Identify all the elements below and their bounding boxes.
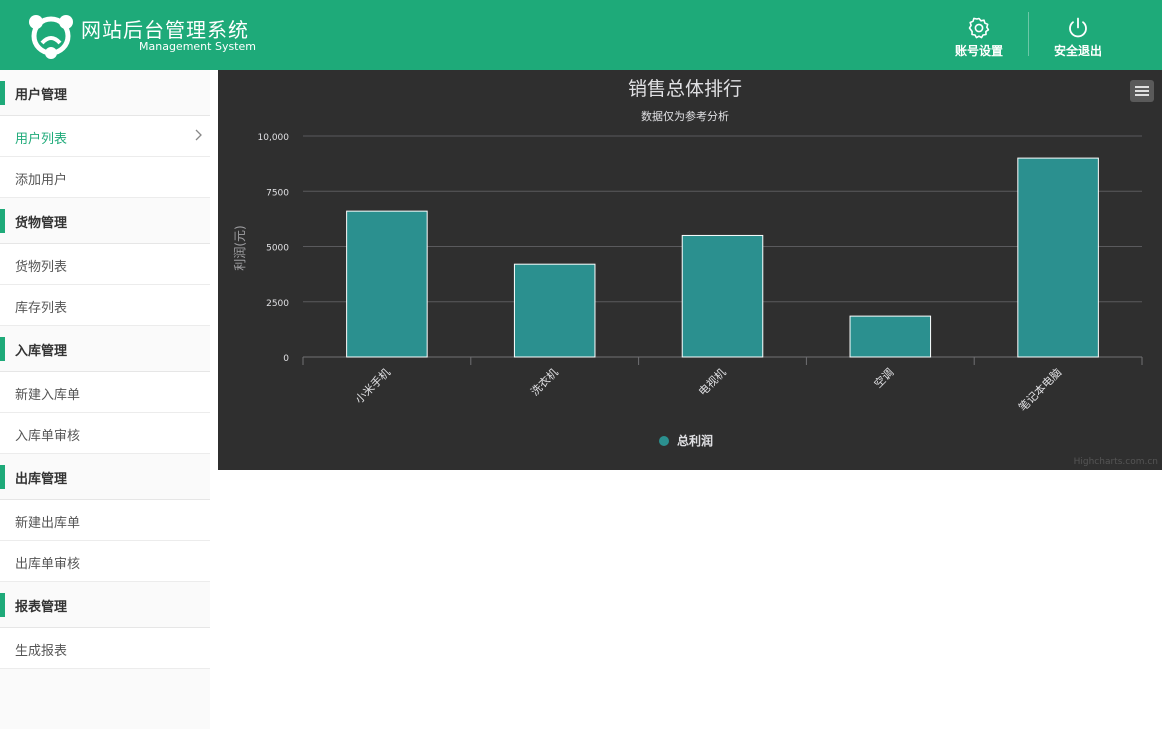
- sidebar-section-title: 用户管理: [15, 88, 68, 103]
- bars: [346, 157, 1099, 358]
- sidebar-item-label: 新建出库单: [15, 516, 81, 531]
- y-tick-label: 10,000: [258, 133, 290, 143]
- sidebar-item-goods-list[interactable]: 货物列表: [0, 244, 210, 285]
- sidebar-item-label: 用户列表: [15, 132, 68, 147]
- account-settings-button[interactable]: 账号设置: [939, 12, 1019, 62]
- chevron-right-icon: [195, 129, 202, 141]
- bar: [849, 315, 932, 358]
- gear-icon: [968, 17, 990, 39]
- logout-label: 安全退出: [1053, 44, 1102, 58]
- x-tick-label: 笔记本电脑: [1015, 365, 1064, 414]
- chart-credits[interactable]: Highcharts.com.cn: [1074, 457, 1158, 467]
- sidebar-section-reports[interactable]: 报表管理: [0, 582, 210, 628]
- sidebar-item-new-outbound[interactable]: 新建出库单: [0, 500, 210, 541]
- section-accent-bar: [0, 209, 5, 233]
- sidebar-section-goods[interactable]: 货物管理: [0, 198, 210, 244]
- app-subtitle: Management System: [139, 40, 256, 53]
- section-accent-bar: [0, 593, 5, 617]
- sidebar: 用户管理 用户列表 添加用户 货物管理 货物列表 库存列表 入库管理 新建入库单…: [0, 70, 210, 729]
- sidebar-section-title: 入库管理: [15, 344, 68, 359]
- sidebar-item-generate-report[interactable]: 生成报表: [0, 628, 210, 669]
- chart-subtitle: 数据仅为参考分析: [641, 109, 729, 123]
- sidebar-item-label: 出库单审核: [15, 557, 81, 572]
- section-accent-bar: [0, 81, 5, 105]
- sidebar-item-label: 入库单审核: [15, 429, 81, 444]
- sales-bar-chart: 销售总体排行 数据仅为参考分析 利润(元) 0 2500 5000 7500 10,00…: [233, 78, 1143, 448]
- bar: [513, 263, 596, 358]
- top-header: 网站后台管理系统 Management System 账号设置 安全退出: [0, 0, 1162, 70]
- menu-line: [1135, 90, 1149, 92]
- sales-chart-panel: 销售总体排行 数据仅为参考分析 利润(元) 0 2500 5000 7500 10,00…: [218, 70, 1162, 470]
- sidebar-item-stock-list[interactable]: 库存列表: [0, 285, 210, 326]
- y-tick-label: 5000: [266, 244, 289, 254]
- sidebar-section-outbound[interactable]: 出库管理: [0, 454, 210, 500]
- section-accent-bar: [0, 337, 5, 361]
- sidebar-item-label: 添加用户: [15, 173, 68, 188]
- sidebar-item-user-list[interactable]: 用户列表: [0, 116, 210, 157]
- logout-button[interactable]: 安全退出: [1038, 12, 1118, 62]
- sidebar-item-label: 生成报表: [15, 644, 68, 659]
- sidebar-item-inbound-review[interactable]: 入库单审核: [0, 413, 210, 454]
- legend-marker: [659, 436, 669, 446]
- section-accent-bar: [0, 465, 5, 489]
- bar: [346, 210, 428, 358]
- chart-title: 销售总体排行: [628, 78, 742, 100]
- account-settings-label: 账号设置: [954, 44, 1003, 58]
- sidebar-item-label: 新建入库单: [15, 388, 81, 403]
- y-tick-label: 2500: [266, 299, 289, 309]
- x-tick-label: 电视机: [695, 365, 728, 398]
- sidebar-item-add-user[interactable]: 添加用户: [0, 157, 210, 198]
- menu-line: [1135, 86, 1149, 88]
- y-axis-ticks: 0 2500 5000 7500 10,000: [258, 133, 290, 364]
- header-divider: [1028, 12, 1029, 56]
- chart-menu-button[interactable]: [1130, 80, 1154, 102]
- bar: [1017, 157, 1099, 358]
- y-tick-label: 7500: [266, 188, 289, 198]
- x-tick-label: 洗衣机: [528, 365, 561, 398]
- sidebar-item-label: 货物列表: [15, 260, 68, 275]
- sidebar-section-title: 报表管理: [15, 600, 68, 615]
- sidebar-section-inbound[interactable]: 入库管理: [0, 326, 210, 372]
- y-axis-title: 利润(元): [233, 225, 247, 270]
- power-icon: [1069, 17, 1087, 38]
- sidebar-item-label: 库存列表: [15, 301, 68, 316]
- x-tick-label: 空调: [871, 365, 896, 390]
- legend-label: 总利润: [677, 433, 713, 448]
- menu-line: [1135, 94, 1149, 96]
- sidebar-section-title: 货物管理: [15, 216, 68, 231]
- sidebar-item-outbound-review[interactable]: 出库单审核: [0, 541, 210, 582]
- sidebar-item-new-inbound[interactable]: 新建入库单: [0, 372, 210, 413]
- sidebar-filler: [0, 669, 210, 729]
- y-tick-label: 0: [283, 354, 289, 364]
- sidebar-section-users[interactable]: 用户管理: [0, 70, 210, 116]
- sidebar-section-title: 出库管理: [15, 472, 68, 487]
- x-axis-ticks: 小米手机 洗衣机 电视机 空调 笔记本电脑: [302, 357, 1143, 414]
- logo-icon: [29, 15, 73, 59]
- bar: [681, 234, 764, 358]
- x-tick-label: 小米手机: [352, 365, 393, 406]
- legend[interactable]: 总利润: [659, 433, 713, 448]
